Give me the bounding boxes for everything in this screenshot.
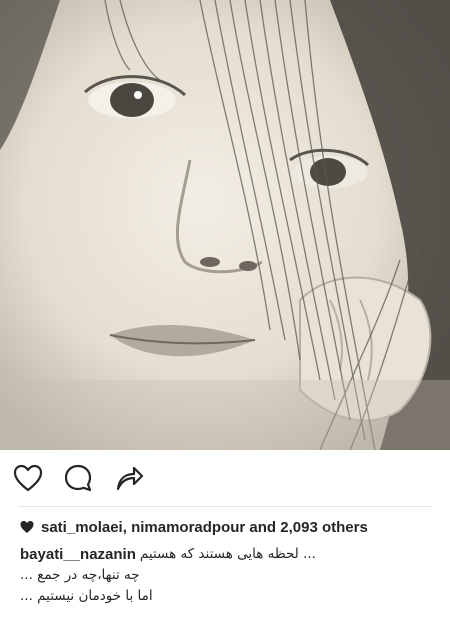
section-divider: [18, 506, 432, 507]
heart-filled-icon: [20, 520, 34, 534]
comment-button[interactable]: [62, 462, 94, 494]
heart-outline-icon: [13, 464, 43, 492]
like-button[interactable]: [12, 462, 44, 494]
likes-summary[interactable]: sati_molaei, nimamoradpour and 2,093 oth…: [20, 516, 368, 538]
share-button[interactable]: [113, 462, 145, 494]
post-actions-bar: [0, 450, 450, 506]
share-arrow-icon: [116, 466, 144, 491]
likes-count[interactable]: 2,093 others: [280, 519, 368, 536]
caption-username[interactable]: bayati__nazanin: [20, 546, 136, 563]
likes-connector: and: [249, 518, 277, 536]
caption-text-line: اما با خودمان نیستیم ...: [20, 588, 153, 604]
portrait-photo: [0, 0, 450, 450]
caption-text-line: چه تنها،چه در جمع ...: [20, 567, 140, 583]
post-caption: bayati__nazanin ... لحظه هایی هستند که ه…: [20, 543, 440, 607]
instagram-post: sati_molaei, nimamoradpour and 2,093 oth…: [0, 0, 450, 617]
post-photo[interactable]: [0, 0, 450, 450]
caption-text-line: ... لحظه هایی هستند که هستیم: [139, 546, 316, 562]
liker-username[interactable]: nimamoradpour: [131, 519, 245, 536]
comment-bubble-icon: [64, 464, 92, 492]
liker-username[interactable]: sati_molaei,: [41, 519, 127, 536]
